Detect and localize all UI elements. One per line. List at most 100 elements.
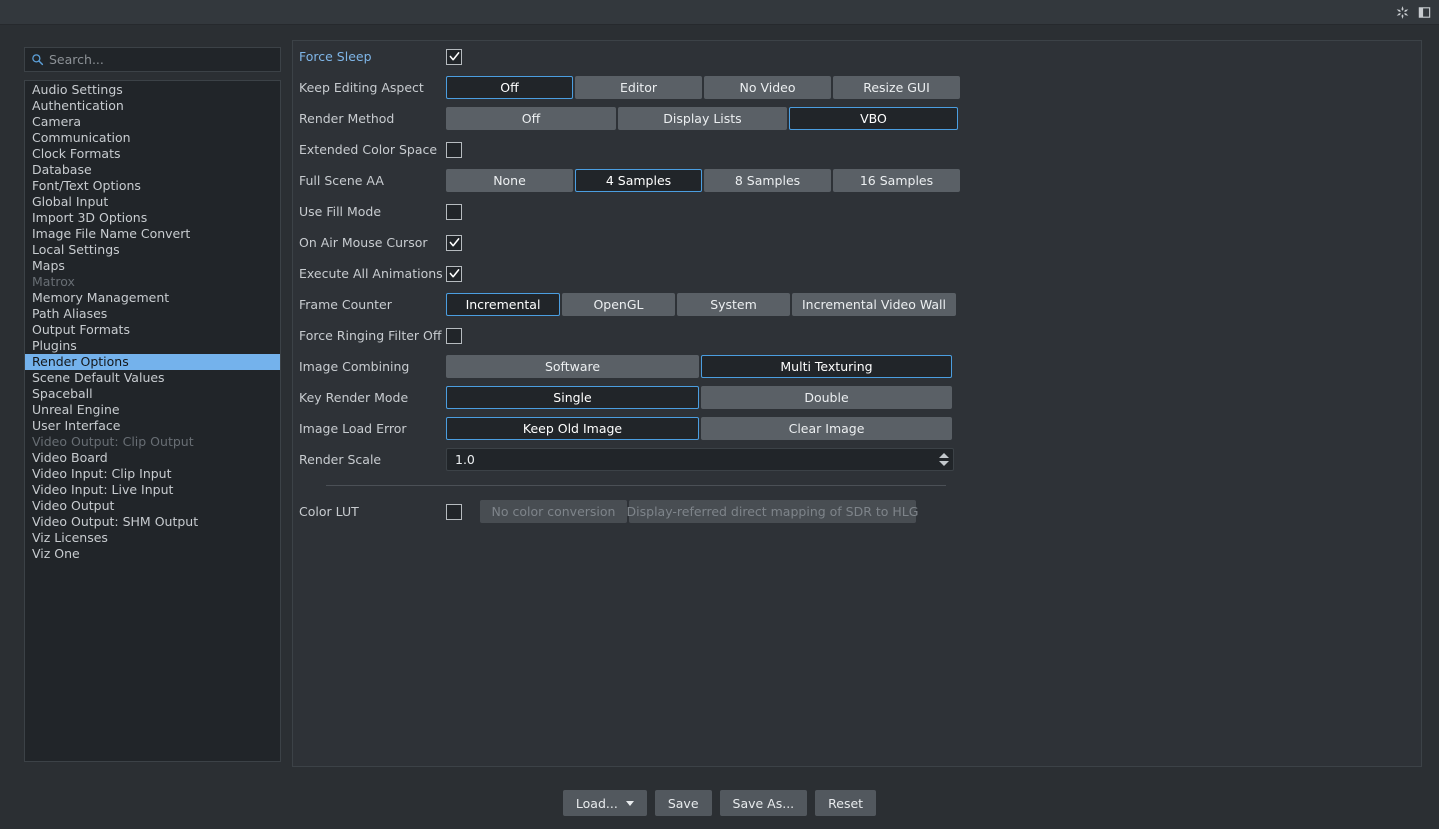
- chevron-down-icon: [625, 800, 634, 806]
- search-box[interactable]: [24, 47, 281, 72]
- render-scale-stepper: [936, 449, 952, 470]
- image-combining-option-software[interactable]: Software: [446, 355, 699, 378]
- frame-counter-option-incremental[interactable]: Incremental: [446, 293, 560, 316]
- render-scale-decrement-arrow[interactable]: [939, 461, 949, 466]
- sidebar-item-video-output-clip-output: Video Output: Clip Output: [32, 434, 194, 449]
- save-as-button[interactable]: Save As...: [719, 790, 808, 816]
- render-method-option-display-lists[interactable]: Display Lists: [618, 107, 787, 130]
- reset-button[interactable]: Reset: [815, 790, 877, 816]
- section-divider: [326, 485, 946, 486]
- sidebar-item-scene-default-values[interactable]: Scene Default Values: [25, 370, 280, 386]
- key-render-mode-option-single[interactable]: Single: [446, 386, 699, 409]
- setting-row-use-fill-mode: Use Fill Mode: [293, 196, 1421, 227]
- full-scene-aa-option-none[interactable]: None: [446, 169, 573, 192]
- render-method-option-off[interactable]: Off: [446, 107, 616, 130]
- sidebar-item-authentication[interactable]: Authentication: [25, 98, 280, 114]
- setting-row-force-ringing-filter-off: Force Ringing Filter Off: [293, 320, 1421, 351]
- sidebar-item-video-input-clip-input[interactable]: Video Input: Clip Input: [25, 466, 280, 482]
- setting-row-image-load-error: Image Load Error Keep Old Image Clear Imag…: [293, 413, 1421, 444]
- use-fill-mode-checkbox[interactable]: [446, 203, 462, 220]
- keep-editing-aspect-option-no-video[interactable]: No Video: [704, 76, 831, 99]
- sidebar-item-import-3d-options[interactable]: Import 3D Options: [25, 210, 280, 226]
- sidebar-item-font-text-options[interactable]: Font/Text Options: [25, 178, 280, 194]
- force-sleep-checkbox[interactable]: [446, 48, 462, 65]
- sidebar-item-render-options[interactable]: Render Options: [25, 354, 280, 370]
- image-load-error-option-clear-image[interactable]: Clear Image: [701, 417, 952, 440]
- sidebar-item-camera[interactable]: Camera: [25, 114, 280, 130]
- setting-row-image-combining: Image Combining Software Multi Texturing: [293, 351, 1421, 382]
- key-render-mode-segmented-control: Single Double: [446, 386, 952, 409]
- render-scale-input[interactable]: 1.0: [446, 448, 954, 471]
- reset-button-label: Reset: [828, 795, 864, 811]
- full-scene-aa-option-16-samples[interactable]: 16 Samples: [833, 169, 960, 192]
- load-button-label: Load...: [575, 795, 618, 811]
- render-scale-increment-arrow[interactable]: [939, 453, 949, 458]
- extended-color-space-checkbox[interactable]: [446, 141, 462, 158]
- frame-counter-option-system[interactable]: System: [677, 293, 790, 316]
- sidebar-item-image-file-name-convert[interactable]: Image File Name Convert: [25, 226, 280, 242]
- settings-category-list[interactable]: Audio Settings Authentication Camera Commun…: [24, 80, 281, 762]
- sidebar-item-path-aliases[interactable]: Path Aliases: [25, 306, 280, 322]
- frame-counter-option-incremental-video-wall[interactable]: Incremental Video Wall: [792, 293, 956, 316]
- key-render-mode-control: Single Double: [446, 386, 952, 409]
- key-render-mode-label: Key Render Mode: [299, 390, 409, 405]
- image-load-error-control: Keep Old Image Clear Image: [446, 417, 952, 440]
- use-fill-mode-control: [446, 203, 462, 220]
- sidebar-item-audio-settings[interactable]: Audio Settings: [25, 82, 280, 98]
- save-as-button-label: Save As...: [732, 795, 795, 811]
- settings-sidebar: Audio SettingsAuthenticationCameraCommun…: [24, 47, 281, 762]
- full-scene-aa-option-4-samples[interactable]: 4 Samples: [575, 169, 702, 192]
- sidebar-item-clock-formats[interactable]: Clock Formats: [25, 146, 280, 162]
- load-button[interactable]: Load...: [562, 790, 647, 816]
- render-method-segmented-control: Off Display Lists VBO: [446, 107, 958, 130]
- keep-editing-aspect-option-resize-gui[interactable]: Resize GUI: [833, 76, 960, 99]
- sidebar-item-spaceball[interactable]: Spaceball: [25, 386, 280, 402]
- sidebar-item-memory-management[interactable]: Memory Management: [25, 290, 280, 306]
- key-render-mode-option-double[interactable]: Double: [701, 386, 952, 409]
- sidebar-item-user-interface[interactable]: User Interface: [25, 418, 280, 434]
- sidebar-item-local-settings[interactable]: Local Settings: [25, 242, 280, 258]
- search-input[interactable]: [49, 52, 280, 67]
- force-ringing-filter-off-checkbox[interactable]: [446, 327, 462, 344]
- keep-editing-aspect-option-off[interactable]: Off: [446, 76, 573, 99]
- use-fill-mode-label: Use Fill Mode: [299, 204, 382, 219]
- sidebar-item-video-output[interactable]: Video Output: [25, 498, 280, 514]
- sidebar-item-plugins[interactable]: Plugins: [25, 338, 280, 354]
- sidebar-item-matrox: Matrox: [32, 274, 75, 289]
- force-sleep-label: Force Sleep: [299, 49, 372, 64]
- sidebar-item-video-board[interactable]: Video Board: [25, 450, 280, 466]
- render-method-option-vbo[interactable]: VBO: [789, 107, 958, 130]
- save-button[interactable]: Save: [654, 790, 712, 816]
- force-ringing-filter-off-label: Force Ringing Filter Off: [299, 328, 442, 343]
- sidebar-item-viz-licenses[interactable]: Viz Licenses: [25, 530, 280, 546]
- layout-panel-icon[interactable]: [1414, 3, 1434, 22]
- keep-editing-aspect-control: Off Editor No Video Resize GUI: [446, 76, 960, 99]
- render-options-panel: Force Sleep Keep Editing Aspect Off Editor N…: [292, 40, 1422, 767]
- full-scene-aa-option-8-samples[interactable]: 8 Samples: [704, 169, 831, 192]
- on-air-mouse-cursor-label: On Air Mouse Cursor: [299, 235, 428, 250]
- sidebar-item-video-input-live-input[interactable]: Video Input: Live Input: [25, 482, 280, 498]
- color-lut-label: Color LUT: [299, 504, 359, 519]
- snowflake-icon[interactable]: [1392, 3, 1412, 22]
- render-method-label: Render Method: [299, 111, 395, 126]
- frame-counter-control: Incremental OpenGL System Incremental Video…: [446, 293, 956, 316]
- sidebar-item-communication[interactable]: Communication: [25, 130, 280, 146]
- sidebar-item-database[interactable]: Database: [25, 162, 280, 178]
- keep-editing-aspect-option-editor[interactable]: Editor: [575, 76, 702, 99]
- sidebar-item-output-formats[interactable]: Output Formats: [25, 322, 280, 338]
- frame-counter-option-opengl[interactable]: OpenGL: [562, 293, 675, 316]
- sidebar-item-viz-one[interactable]: Viz One: [25, 546, 280, 562]
- execute-all-animations-control: [446, 265, 462, 282]
- execute-all-animations-checkbox[interactable]: [446, 265, 462, 282]
- force-ringing-filter-off-control: [446, 327, 462, 344]
- sidebar-item-global-input[interactable]: Global Input: [25, 194, 280, 210]
- setting-row-render-scale: Render Scale 1.0: [293, 444, 1421, 475]
- image-load-error-option-keep-old-image[interactable]: Keep Old Image: [446, 417, 699, 440]
- image-combining-option-multi-texturing[interactable]: Multi Texturing: [701, 355, 952, 378]
- setting-row-on-air-mouse-cursor: On Air Mouse Cursor: [293, 227, 1421, 258]
- workspace: Audio SettingsAuthenticationCameraCommun…: [0, 25, 1439, 816]
- sidebar-item-video-output-shm-output[interactable]: Video Output: SHM Output: [25, 514, 280, 530]
- on-air-mouse-cursor-checkbox[interactable]: [446, 234, 462, 251]
- sidebar-item-maps[interactable]: Maps: [25, 258, 280, 274]
- sidebar-item-unreal-engine[interactable]: Unreal Engine: [25, 402, 280, 418]
